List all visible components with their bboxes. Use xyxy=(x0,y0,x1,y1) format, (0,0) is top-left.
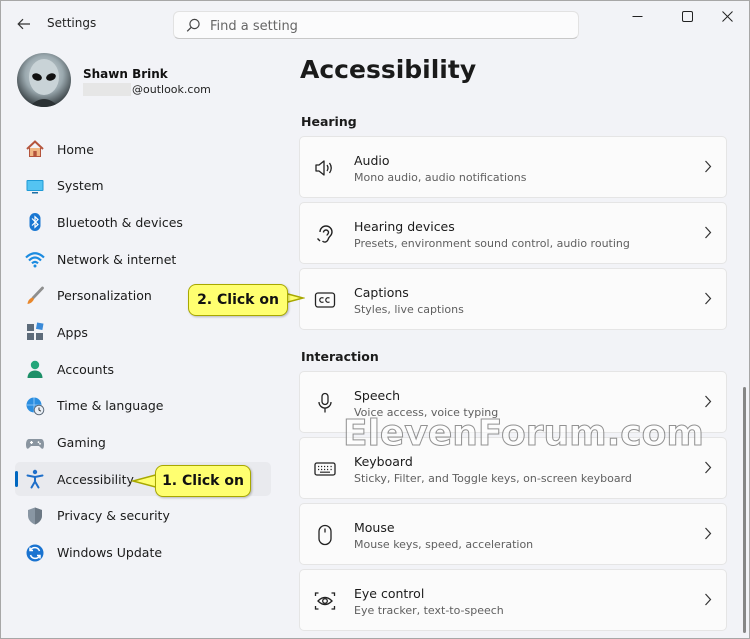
back-arrow-icon xyxy=(17,18,30,30)
chevron-right-icon xyxy=(704,226,712,243)
sidebar-item-accounts[interactable]: Accounts xyxy=(15,352,271,386)
sidebar-item-gaming[interactable]: Gaming xyxy=(15,426,271,460)
card-subtitle: Mouse keys, speed, acceleration xyxy=(354,538,534,551)
sidebar-item-label: Home xyxy=(57,141,94,157)
card-subtitle: Styles, live captions xyxy=(354,303,464,316)
avatar[interactable] xyxy=(17,53,71,107)
close-button[interactable] xyxy=(704,1,750,31)
accounts-icon xyxy=(25,359,45,379)
card-title: Eye control xyxy=(354,586,425,601)
page-title: Accessibility xyxy=(300,55,477,84)
brush-icon xyxy=(25,286,45,306)
search-icon xyxy=(186,18,201,37)
card-title: Captions xyxy=(354,285,409,300)
back-button[interactable] xyxy=(11,12,37,36)
card-subtitle: Mono audio, audio notifications xyxy=(354,171,527,184)
callout-step-1: 1. Click on xyxy=(155,465,251,497)
card-audio[interactable]: Audio Mono audio, audio notifications xyxy=(299,136,727,198)
minimize-button[interactable] xyxy=(614,1,660,31)
watermark: ElevenForum.com xyxy=(343,413,705,455)
minimize-icon xyxy=(632,15,642,17)
alien-avatar-icon xyxy=(29,59,59,107)
search-box[interactable] xyxy=(173,11,579,39)
card-hearing-devices[interactable]: Hearing devices Presets, environment sou… xyxy=(299,202,727,264)
card-title: Audio xyxy=(354,153,390,168)
chevron-right-icon xyxy=(704,593,712,610)
card-title: Speech xyxy=(354,388,401,403)
maximize-icon xyxy=(681,10,693,22)
sidebar-item-label: Network & internet xyxy=(57,251,177,267)
shield-icon xyxy=(25,506,45,526)
system-icon xyxy=(25,176,45,196)
callout-step-2: 2. Click on xyxy=(188,284,288,316)
card-title: Mouse xyxy=(354,520,395,535)
accessibility-icon xyxy=(25,469,45,489)
sidebar-item-label: Accessibility xyxy=(57,471,134,487)
sidebar-item-home[interactable]: Home xyxy=(15,132,271,166)
microphone-icon xyxy=(314,392,336,414)
sidebar-nav: Home System Bluetooth & devices Network … xyxy=(15,132,271,572)
email-redaction xyxy=(83,83,131,96)
gamepad-icon xyxy=(25,433,45,453)
sidebar-item-label: Personalization xyxy=(57,288,152,304)
close-icon xyxy=(721,10,733,22)
section-label-interaction: Interaction xyxy=(301,349,379,364)
bluetooth-icon xyxy=(25,212,45,232)
chevron-right-icon xyxy=(704,292,712,309)
sidebar-item-bluetooth[interactable]: Bluetooth & devices xyxy=(15,205,271,239)
sidebar-item-label: Privacy & security xyxy=(57,508,170,524)
card-subtitle: Presets, environment sound control, audi… xyxy=(354,237,630,250)
sidebar-item-label: Gaming xyxy=(57,435,106,450)
title-bar: Settings xyxy=(1,1,750,47)
sidebar-item-privacy-security[interactable]: Privacy & security xyxy=(15,499,271,533)
keyboard-icon xyxy=(314,458,336,480)
card-captions[interactable]: Captions Styles, live captions xyxy=(299,268,727,330)
update-icon xyxy=(25,543,45,563)
apps-icon xyxy=(25,322,45,342)
card-title: Hearing devices xyxy=(354,219,455,234)
mouse-icon xyxy=(314,524,336,546)
vertical-scrollbar[interactable] xyxy=(743,387,746,633)
section-label-hearing: Hearing xyxy=(301,114,357,129)
app-title: Settings xyxy=(47,16,97,30)
sidebar-item-label: System xyxy=(57,178,104,194)
closed-captions-icon xyxy=(314,289,336,311)
settings-window: Settings Shawn Brink @outlook.com xyxy=(0,0,750,639)
profile-name: Shawn Brink xyxy=(83,67,168,81)
ear-icon xyxy=(314,223,336,245)
selection-indicator xyxy=(15,471,18,488)
wifi-icon xyxy=(25,249,45,269)
chevron-right-icon xyxy=(704,461,712,478)
sidebar-item-label: Bluetooth & devices xyxy=(57,214,183,230)
chevron-right-icon xyxy=(704,527,712,544)
sidebar-item-label: Windows Update xyxy=(57,545,163,561)
card-eye-control[interactable]: Eye control Eye tracker, text-to-speech xyxy=(299,569,727,631)
sidebar-item-label: Apps xyxy=(57,324,88,340)
chevron-right-icon xyxy=(704,395,712,412)
sidebar-item-time-language[interactable]: Time & language xyxy=(15,389,271,423)
sidebar-item-label: Time & language xyxy=(57,398,164,414)
sidebar-item-system[interactable]: System xyxy=(15,169,271,203)
chevron-right-icon xyxy=(704,160,712,177)
speaker-icon xyxy=(314,157,336,179)
card-title: Keyboard xyxy=(354,454,413,469)
card-subtitle: Eye tracker, text-to-speech xyxy=(354,604,504,617)
profile-email-text: @outlook.com xyxy=(132,83,211,96)
sidebar-item-network[interactable]: Network & internet xyxy=(15,242,271,276)
sidebar-item-label: Accounts xyxy=(57,361,114,377)
eye-control-icon xyxy=(314,590,336,612)
globe-clock-icon xyxy=(25,396,45,416)
profile-email: @outlook.com xyxy=(83,83,211,96)
sidebar-item-windows-update[interactable]: Windows Update xyxy=(15,536,271,570)
card-subtitle: Sticky, Filter, and Toggle keys, on-scre… xyxy=(354,472,632,485)
home-icon xyxy=(25,139,45,159)
card-mouse[interactable]: Mouse Mouse keys, speed, acceleration xyxy=(299,503,727,565)
search-input[interactable] xyxy=(210,16,570,36)
sidebar-item-apps[interactable]: Apps xyxy=(15,315,271,349)
